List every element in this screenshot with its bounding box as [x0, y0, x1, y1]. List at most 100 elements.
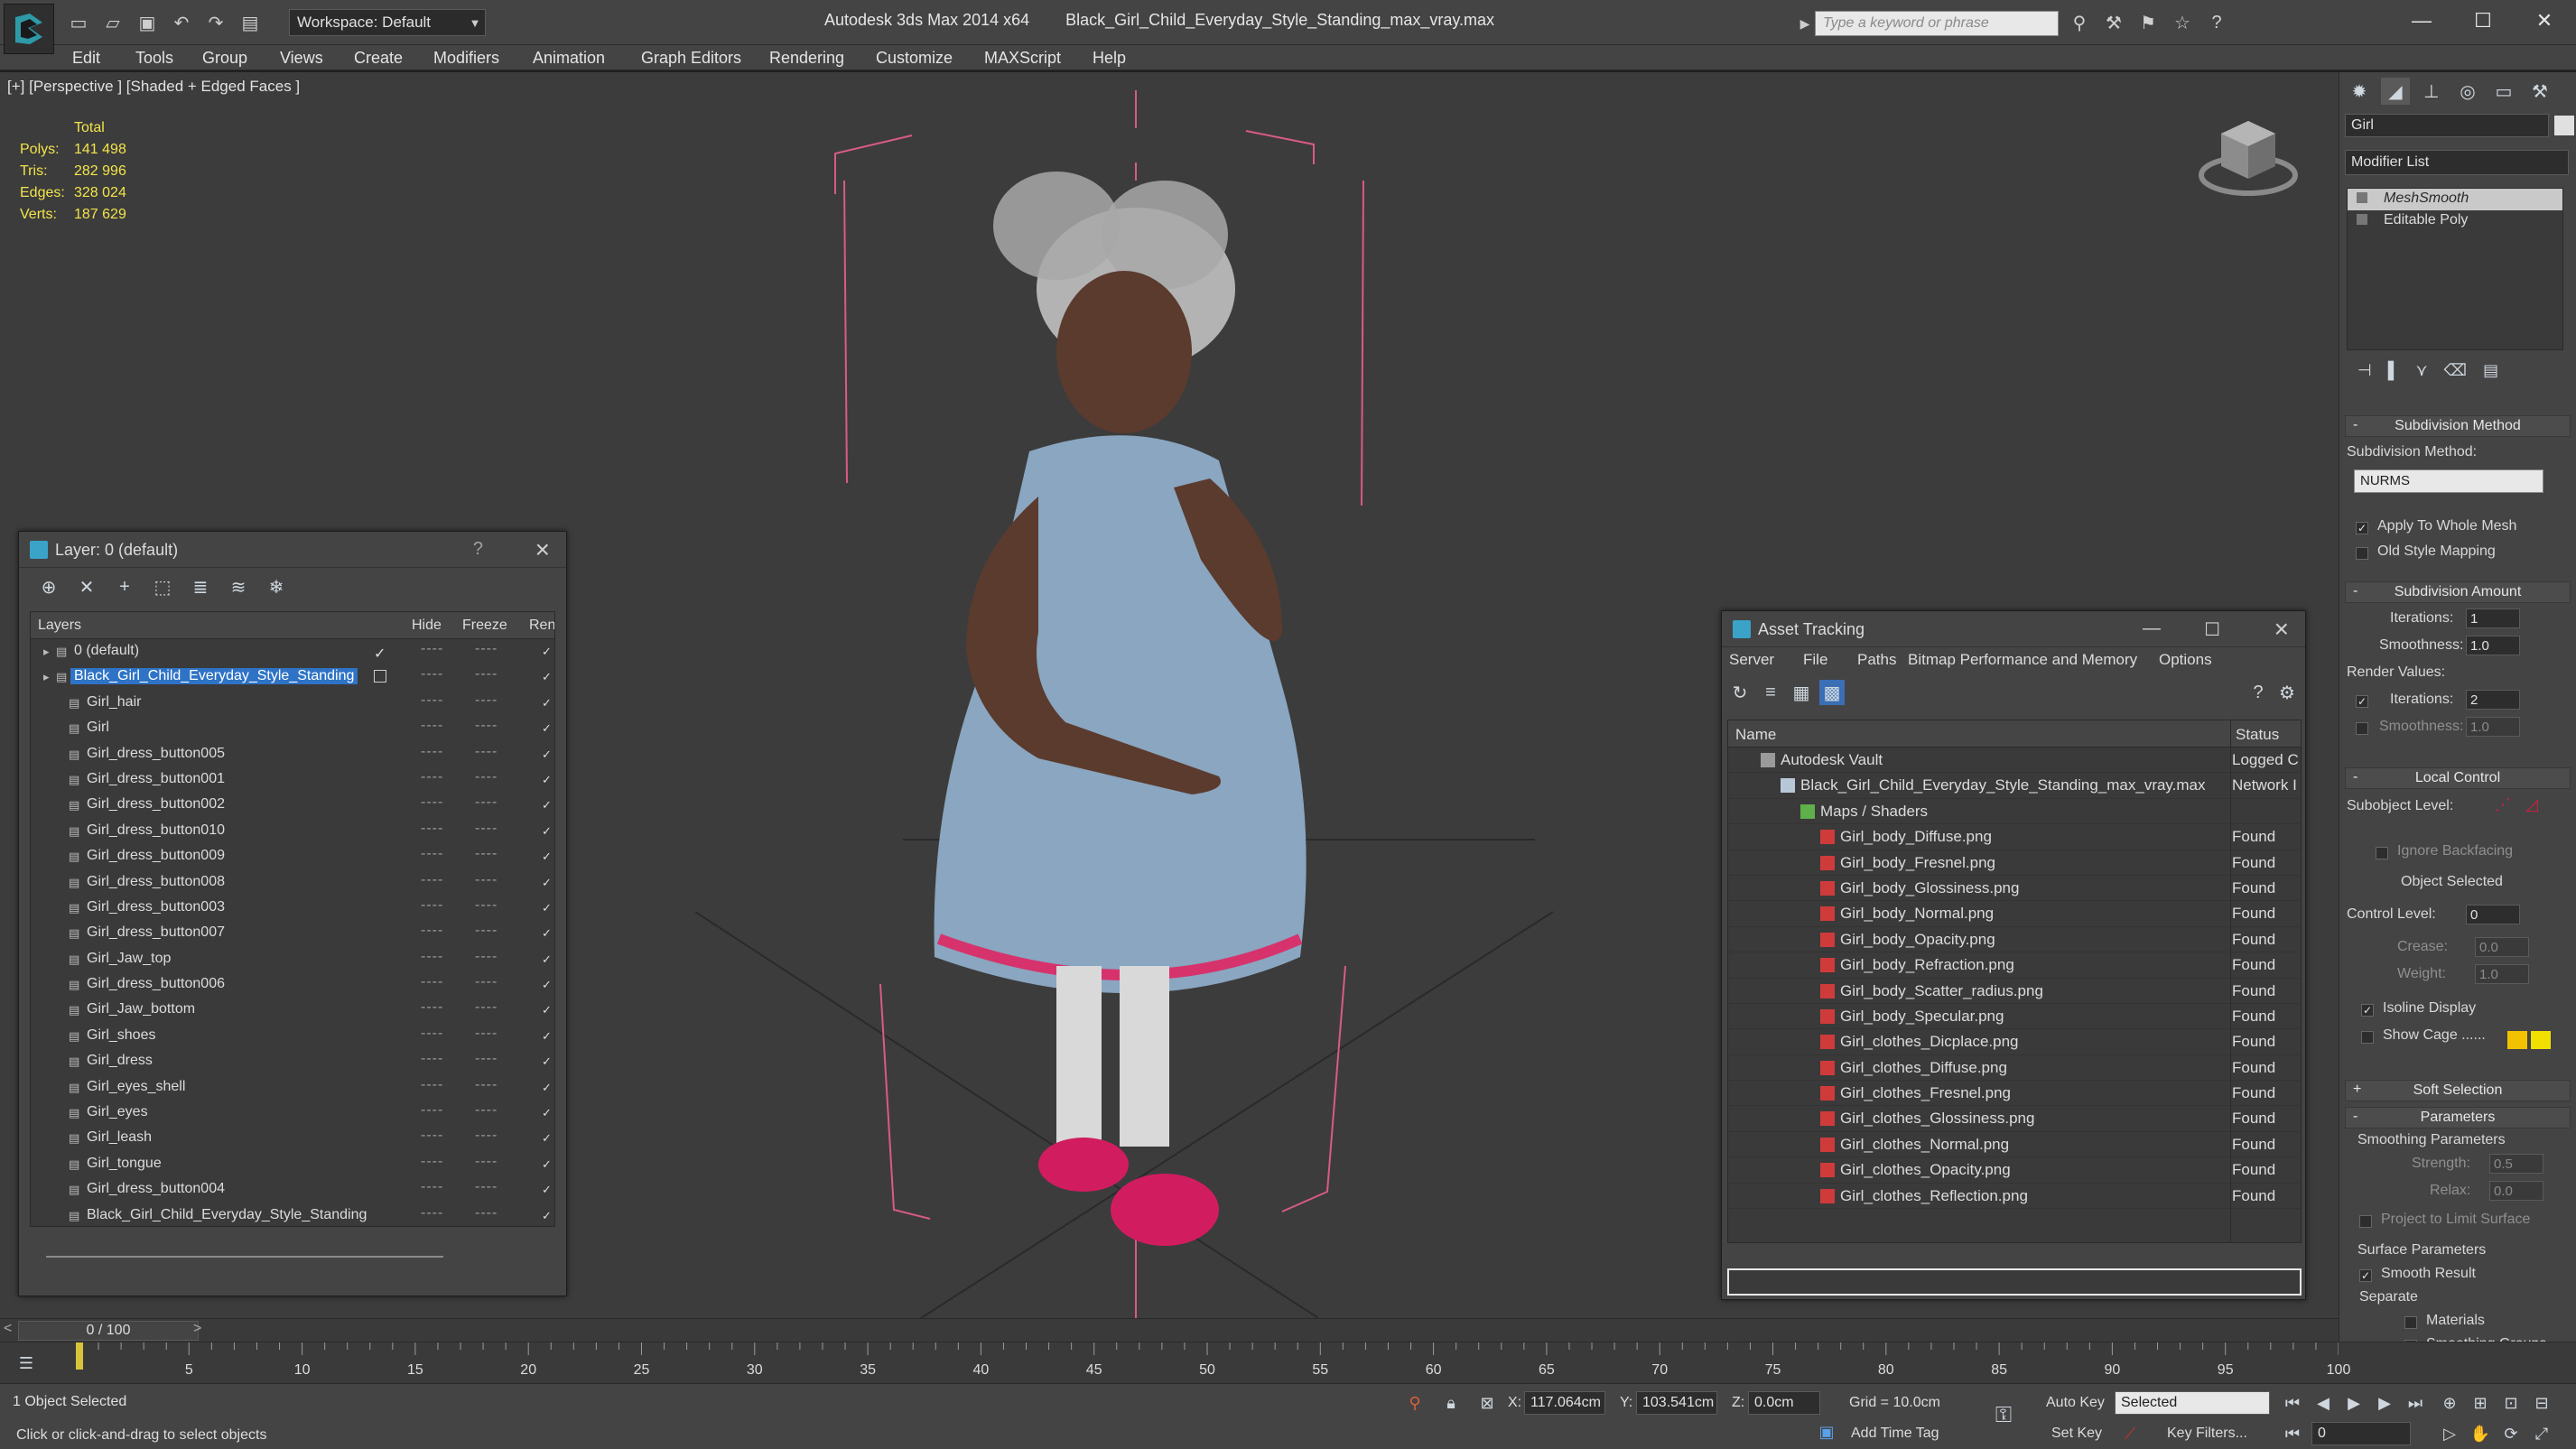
- go-to-end-icon[interactable]: ⏭: [2404, 1391, 2427, 1415]
- hide-toggle[interactable]: ----: [421, 744, 443, 760]
- asset-row[interactable]: Girl_body_Scatter_radius.png Found: [1728, 979, 2301, 1004]
- freeze-toggle[interactable]: ----: [475, 1026, 498, 1042]
- new-file-icon[interactable]: ▭: [65, 9, 92, 36]
- menu-customize[interactable]: Customize: [876, 49, 953, 68]
- asset-menu-paths[interactable]: Paths: [1857, 651, 1896, 669]
- isoline-display-checkbox[interactable]: ✓: [2361, 1004, 2374, 1017]
- render-toggle-icon[interactable]: ✓: [542, 696, 554, 711]
- hide-toggle[interactable]: ----: [421, 769, 443, 785]
- asset-row[interactable]: Girl_clothes_Dicplace.png Found: [1728, 1029, 2301, 1055]
- perspective-viewport[interactable]: [+] [Perspective ] [Shaded + Edged Faces…: [0, 72, 2339, 1318]
- hide-toggle[interactable]: ----: [421, 1102, 443, 1119]
- modifier-stack-item[interactable]: MeshSmooth: [2348, 189, 2562, 210]
- menu-edit[interactable]: Edit: [72, 49, 100, 68]
- display-tab-icon[interactable]: ▭: [2489, 78, 2518, 105]
- freeze-toggle[interactable]: ----: [475, 692, 498, 709]
- layer-row[interactable]: ▤ Girl_dress_button001 ---- ---- ✓: [31, 767, 554, 793]
- freeze-toggle[interactable]: ----: [475, 1102, 498, 1119]
- asset-row[interactable]: Girl_body_Specular.png Found: [1728, 1004, 2301, 1030]
- freeze-toggle[interactable]: ----: [475, 1128, 498, 1144]
- asset-row[interactable]: Girl_body_Glossiness.png Found: [1728, 876, 2301, 902]
- menu-maxscript[interactable]: MAXScript: [984, 49, 1061, 68]
- asset-row[interactable]: Girl_body_Opacity.png Found: [1728, 927, 2301, 953]
- hide-toggle[interactable]: ----: [421, 794, 443, 811]
- render-toggle-icon[interactable]: ✓: [542, 773, 554, 787]
- layer-row[interactable]: ▤ Girl_leash ---- ---- ✓: [31, 1126, 554, 1151]
- utilities-tab-icon[interactable]: ⚒: [2525, 78, 2554, 105]
- select-objects-icon[interactable]: ⬚: [149, 573, 176, 600]
- layer-row[interactable]: ▤ Girl_tongue ---- ---- ✓: [31, 1152, 554, 1177]
- chevron-down-icon[interactable]: ▼: [464, 11, 486, 34]
- add-time-tag-button[interactable]: Add Time Tag: [1851, 1426, 1939, 1442]
- refresh-icon[interactable]: ↻: [1727, 680, 1753, 705]
- rollout-soft-selection[interactable]: + Soft Selection: [2345, 1080, 2571, 1101]
- render-toggle-icon[interactable]: ✓: [542, 748, 554, 762]
- menu-graph-editors[interactable]: Graph Editors: [641, 49, 741, 68]
- layer-row[interactable]: ▸ ▤ Black_Girl_Child_Everyday_Style_Standi…: [31, 664, 554, 690]
- hide-toggle[interactable]: ----: [421, 666, 443, 683]
- hide-toggle[interactable]: ----: [421, 641, 443, 657]
- play-icon[interactable]: ▶: [2342, 1391, 2366, 1415]
- cage-color-swatch-1[interactable]: [2507, 1031, 2527, 1049]
- column-layers[interactable]: Layers: [38, 618, 81, 634]
- search-expand-icon[interactable]: ▶: [1797, 11, 1813, 36]
- render-toggle-icon[interactable]: ✓: [542, 1131, 554, 1146]
- layer-row[interactable]: ▤ Girl_dress_button010 ---- ---- ✓: [31, 819, 554, 844]
- render-iterations-spinner[interactable]: 2: [2466, 690, 2520, 710]
- binoculars-icon[interactable]: ⚲: [2068, 11, 2091, 34]
- vertex-level-icon[interactable]: ⋰: [2491, 793, 2515, 816]
- key-filters-button[interactable]: Key Filters...: [2167, 1426, 2247, 1442]
- freeze-toggle[interactable]: ----: [475, 872, 498, 888]
- help-icon[interactable]: ?: [473, 539, 483, 560]
- time-slider-track[interactable]: < 0 / 100 >: [0, 1318, 2339, 1342]
- delete-layer-icon[interactable]: ✕: [73, 573, 100, 600]
- current-layer-check-icon[interactable]: ✓: [374, 645, 388, 662]
- cage-color-swatch-2[interactable]: [2531, 1031, 2551, 1049]
- table-view-icon[interactable]: ▩: [1819, 680, 1845, 705]
- favorites-star-icon[interactable]: ☆: [2171, 11, 2194, 34]
- go-to-start-icon[interactable]: ⏮: [2281, 1391, 2304, 1415]
- apply-whole-mesh-checkbox[interactable]: ✓: [2356, 522, 2368, 534]
- rollout-subdivision-method[interactable]: - Subdivision Method: [2345, 415, 2571, 437]
- asset-row[interactable]: Autodesk Vault Logged C: [1728, 748, 2301, 774]
- freeze-toggle[interactable]: ----: [475, 744, 498, 760]
- asset-row[interactable]: Girl_body_Diffuse.png Found: [1728, 824, 2301, 850]
- new-layer-icon[interactable]: ⊕: [35, 573, 62, 600]
- layer-row[interactable]: ▤ Girl_eyes_shell ---- ---- ✓: [31, 1075, 554, 1101]
- render-toggle-icon[interactable]: ✓: [542, 1081, 554, 1095]
- rollout-subdivision-amount[interactable]: - Subdivision Amount: [2345, 581, 2571, 603]
- menu-tools[interactable]: Tools: [135, 49, 173, 68]
- show-end-result-icon[interactable]: ▌: [2388, 361, 2400, 381]
- hide-toggle[interactable]: ----: [421, 692, 443, 709]
- hide-toggle[interactable]: ----: [421, 949, 443, 965]
- modify-tab-icon[interactable]: ◢: [2381, 78, 2410, 105]
- render-toggle-icon[interactable]: ✓: [542, 1029, 554, 1044]
- asset-row[interactable]: Girl_body_Normal.png Found: [1728, 901, 2301, 927]
- undo-icon[interactable]: ↶: [168, 9, 195, 36]
- layer-row[interactable]: ▤ Girl_Jaw_bottom ---- ---- ✓: [31, 998, 554, 1023]
- hide-toggle[interactable]: ----: [421, 1077, 443, 1093]
- smooth-result-checkbox[interactable]: ✓: [2359, 1269, 2372, 1282]
- asset-row[interactable]: Girl_body_Fresnel.png Found: [1728, 850, 2301, 876]
- menu-group[interactable]: Group: [202, 49, 247, 68]
- render-toggle-icon[interactable]: ✓: [542, 1003, 554, 1017]
- asset-path-field[interactable]: [1727, 1268, 2302, 1296]
- relax-spinner[interactable]: 0.0: [2489, 1181, 2543, 1201]
- key-icon[interactable]: ⚿: [1992, 1403, 2015, 1427]
- zoom-all-icon[interactable]: ⊞: [2469, 1391, 2492, 1415]
- asset-row[interactable]: Girl_clothes_Reflection.png Found: [1728, 1184, 2301, 1210]
- render-toggle-icon[interactable]: ✓: [542, 901, 554, 915]
- hierarchy-tab-icon[interactable]: ⊥: [2417, 78, 2446, 105]
- modifier-toggle-icon[interactable]: [2357, 192, 2367, 203]
- ignore-backfacing-checkbox[interactable]: [2376, 847, 2388, 859]
- add-to-layer-icon[interactable]: +: [111, 573, 138, 600]
- column-hide[interactable]: Hide: [412, 618, 442, 634]
- render-toggle-icon[interactable]: ✓: [542, 721, 554, 736]
- layer-row[interactable]: ▤ Girl_shoes ---- ---- ✓: [31, 1024, 554, 1049]
- asset-row[interactable]: Girl_clothes_Normal.png Found: [1728, 1132, 2301, 1158]
- hide-toggle[interactable]: ----: [421, 1205, 443, 1221]
- render-toggle-icon[interactable]: ✓: [542, 645, 554, 659]
- settings-icon[interactable]: ⚙: [2274, 680, 2300, 705]
- asset-panel-titlebar[interactable]: Asset Tracking — ☐ ×: [1722, 611, 2305, 647]
- lock-selection-icon[interactable]: 🔒︎: [1439, 1391, 1463, 1415]
